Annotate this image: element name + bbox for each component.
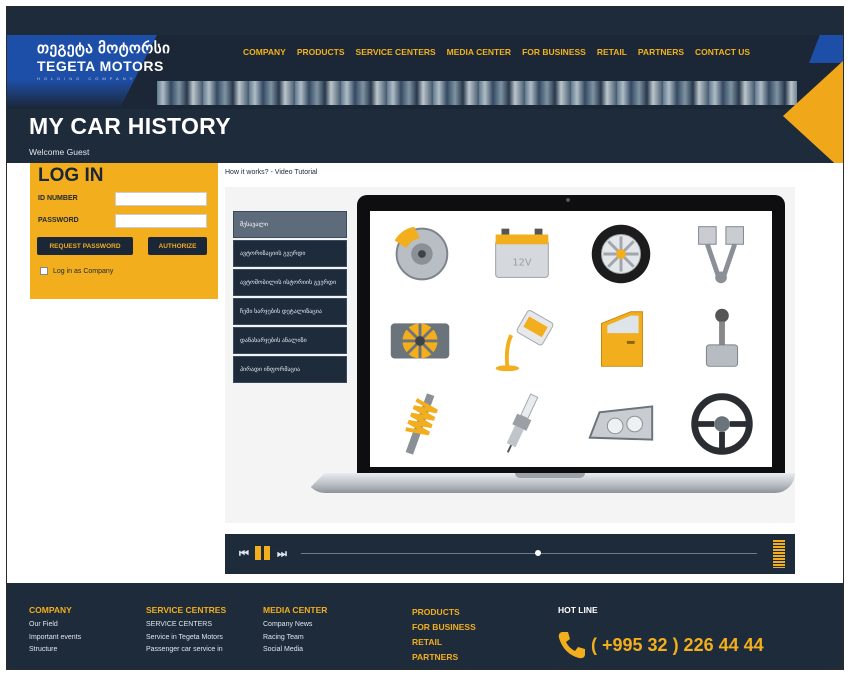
id-number-label: ID NUMBER [38,195,78,202]
previous-button[interactable]: ⏮ [239,548,249,561]
footer-retail-link[interactable]: RETAIL [412,635,476,650]
battery-icon: 12V [471,211,572,296]
footer-link[interactable]: Service in Tegeta Motors [146,632,226,645]
password-input[interactable] [115,214,207,228]
wheel-icon [571,211,672,296]
nav-service-centers[interactable]: SERVICE CENTERS [356,47,436,57]
request-password-button[interactable]: REQUEST PASSWORD [37,237,133,255]
hotline-label: HOT LINE [558,605,598,615]
spark-plug-icon [471,382,572,467]
page-title: MY CAR HISTORY [29,113,231,139]
video-chapters: შესავალი ავტორიზაციის გვერდი ავტომობილის… [233,211,347,385]
video-screen[interactable]: 12V [370,211,772,467]
page-frame: თეგეტა მოტორსი TEGETA MOTORS HOLDING COM… [6,6,844,670]
nav-for-business[interactable]: FOR BUSINESS [522,47,586,57]
login-panel: LOG IN ID NUMBER PASSWORD REQUEST PASSWO… [30,163,218,299]
footer-partners-link[interactable]: PARTNERS [412,650,476,665]
footer-service-column: SERVICE CENTRES SERVICE CENTERS Service … [146,605,226,657]
footer-link[interactable]: Important events [29,632,81,645]
company-checkbox-label: Log in as Company [53,267,114,275]
password-label: PASSWORD [38,217,79,224]
login-title: LOG IN [38,165,104,186]
logo-georgian: თეგეტა მოტორსი [37,40,171,57]
laptop-base [305,473,795,493]
id-number-input[interactable] [115,192,207,206]
site-footer: COMPANY Our Field Important events Struc… [7,583,843,669]
parts-grid: 12V [370,211,772,467]
title-band: MY CAR HISTORY Welcome Guest [7,109,843,163]
authorize-button[interactable]: AUTHORIZE [148,237,207,255]
pause-button[interactable] [255,546,271,560]
nav-retail[interactable]: RETAIL [597,47,627,57]
logo-tagline: HOLDING COMPANY [37,76,137,81]
company-login-option[interactable]: Log in as Company [40,267,113,275]
headlight-icon [571,382,672,467]
video-controls: ⏮ ⏭ [225,534,795,574]
nav-contact-us[interactable]: CONTACT US [695,47,750,57]
footer-link[interactable]: Company News [263,619,327,632]
footer-company-column: COMPANY Our Field Important events Struc… [29,605,81,657]
chapter-item[interactable]: დანახარჯების ანალიზი [233,327,347,354]
next-button[interactable]: ⏭ [277,548,287,561]
footer-link[interactable]: Our Field [29,619,81,632]
footer-link[interactable]: Social Media [263,644,327,657]
chapter-item[interactable]: პირადი ინფორმაცია [233,356,347,383]
main-content: LOG IN ID NUMBER PASSWORD REQUEST PASSWO… [7,163,843,583]
shock-absorber-icon [370,382,471,467]
video-player: შესავალი ავტორიზაციის გვერდი ავტომობილის… [225,187,795,523]
footer-heading-company[interactable]: COMPANY [29,605,81,615]
footer-link[interactable]: Racing Team [263,632,327,645]
hotline-number[interactable]: ( +995 32 ) 226 44 44 [591,635,764,656]
chapter-item[interactable]: ავტორიზაციის გვერდი [233,240,347,267]
main-nav: COMPANY PRODUCTS SERVICE CENTERS MEDIA C… [243,47,750,57]
nav-partners[interactable]: PARTNERS [638,47,684,57]
company-checkbox[interactable] [40,267,48,275]
nav-company[interactable]: COMPANY [243,47,286,57]
progress-knob[interactable] [535,550,542,556]
video-tutorial-link[interactable]: How it works? - Video Tutorial [225,169,317,176]
car-door-icon [571,296,672,381]
footer-link[interactable]: Passenger car service in [146,644,226,657]
pistons-icon [672,211,773,296]
laptop-notch [515,473,585,478]
laptop-frame: 12V [357,195,785,473]
header-banner-image [157,81,797,105]
steering-wheel-icon [672,382,773,467]
footer-media-column: MEDIA CENTER Company News Racing Team So… [263,605,327,657]
footer-business-link[interactable]: FOR BUSINESS [412,620,476,635]
footer-heading-media[interactable]: MEDIA CENTER [263,605,327,615]
chapter-item[interactable]: ავტომობილის ისტორიის გვერდი [233,269,347,296]
chapter-item[interactable]: შესავალი [233,211,347,238]
volume-bar[interactable] [773,540,785,568]
progress-track[interactable] [301,553,757,554]
footer-products-column: PRODUCTS FOR BUSINESS RETAIL PARTNERS [412,605,476,665]
nav-products[interactable]: PRODUCTS [297,47,345,57]
engine-icon [370,296,471,381]
phone-icon [556,629,588,661]
brake-disc-icon [370,211,471,296]
oil-can-icon [471,296,572,381]
logo[interactable]: თეგეტა მოტორსი TEGETA MOTORS HOLDING COM… [37,39,170,81]
header-blue-corner [809,35,843,63]
chapter-item[interactable]: ჩემი ხარჯების დეტალიზაცია [233,298,347,325]
camera-dot [566,198,570,202]
site-header: თეგეტა მოტორსი TEGETA MOTORS HOLDING COM… [7,35,843,109]
footer-link[interactable]: Structure [29,644,81,657]
footer-products-link[interactable]: PRODUCTS [412,605,476,620]
svg-text:12V: 12V [512,257,531,268]
footer-heading-service[interactable]: SERVICE CENTRES [146,605,226,615]
logo-english: TEGETA MOTORS [37,58,164,74]
nav-media-center[interactable]: MEDIA CENTER [447,47,511,57]
gear-shift-icon [672,296,773,381]
welcome-text: Welcome Guest [29,147,90,157]
footer-link[interactable]: SERVICE CENTERS [146,619,226,632]
